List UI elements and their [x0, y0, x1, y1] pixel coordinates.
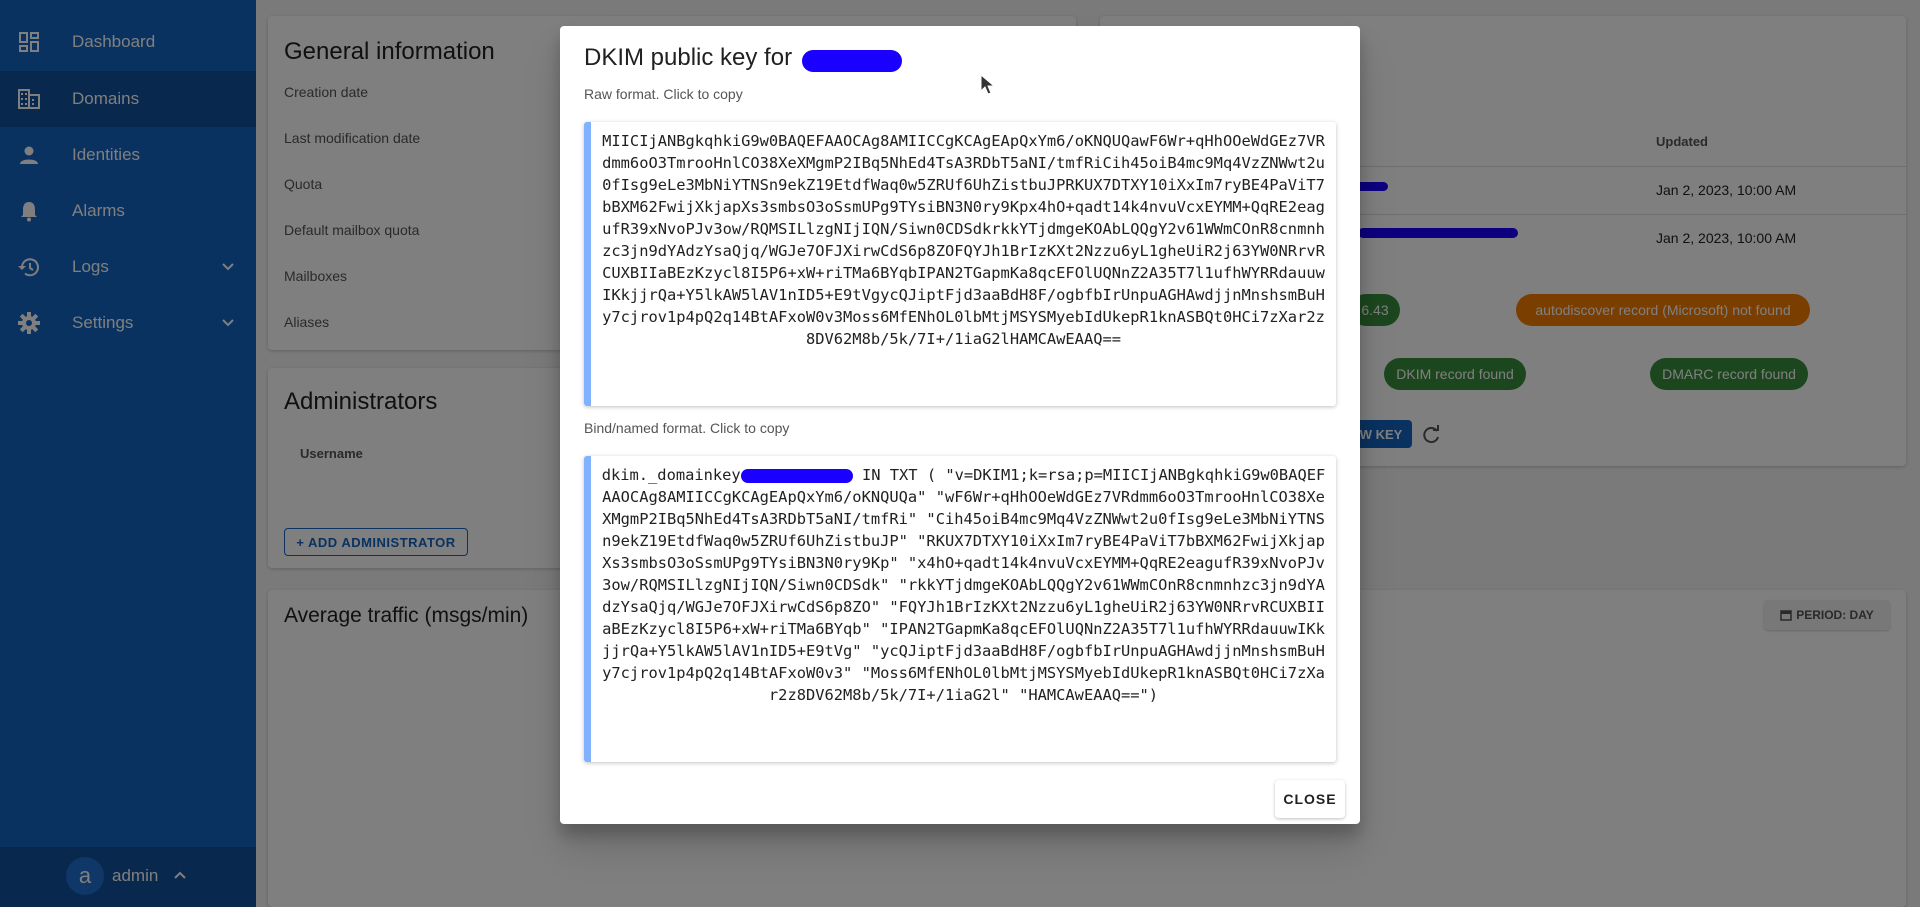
raw-key-text: MIICIjANBgkqhkiG9w0BAQEFAAOCAg8AMIICCgKC…: [602, 132, 1325, 348]
redacted-domain: [740, 468, 853, 483]
bind-prefix: dkim._domainkey: [601, 466, 741, 484]
raw-format-label: Raw format. Click to copy: [584, 86, 743, 102]
redacted-domain: [802, 50, 902, 72]
bind-record: IN TXT ( "v=DKIM1;k=rsa;p=MIICIjANBgkqhk…: [602, 466, 1326, 704]
bind-key-text: dkim._domainkey IN TXT ( "v=DKIM1;k=rsa;…: [601, 464, 1326, 706]
dialog-title: DKIM public key for: [584, 44, 793, 71]
mouse-cursor-icon: [980, 73, 996, 96]
bind-format-label: Bind/named format. Click to copy: [584, 420, 790, 436]
raw-key-box[interactable]: MIICIjANBgkqhkiG9w0BAQEFAAOCAg8AMIICCgKC…: [584, 122, 1336, 406]
close-button[interactable]: CLOSE: [1275, 780, 1345, 818]
dkim-dialog: DKIM public key for Raw format. Click to…: [560, 26, 1360, 824]
bind-key-box[interactable]: dkim._domainkey IN TXT ( "v=DKIM1;k=rsa;…: [584, 456, 1336, 762]
